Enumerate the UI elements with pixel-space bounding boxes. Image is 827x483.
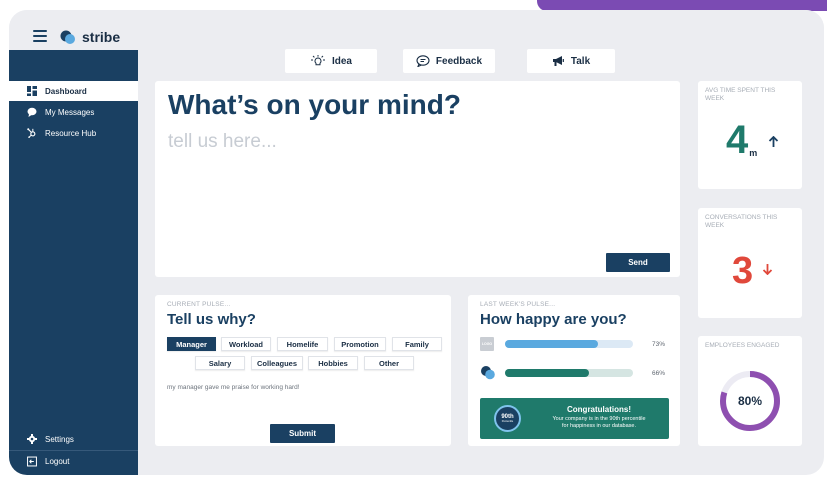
reason-chip-salary[interactable]: Salary <box>195 356 245 370</box>
sidebar-item-label: My Messages <box>45 107 95 117</box>
tab-idea[interactable]: Idea <box>285 49 377 73</box>
gear-icon <box>27 434 37 444</box>
percentile-badge-caption: Percentile <box>501 419 514 423</box>
dashboard-icon <box>27 86 37 96</box>
avg-time-value: 4 m <box>726 118 758 162</box>
last-week-pulse-card: LAST WEEK'S PULSE... How happy are you? … <box>468 295 680 446</box>
last-week-pulse-label: LAST WEEK'S PULSE... <box>480 301 556 308</box>
happiness-title: How happy are you? <box>480 311 627 328</box>
sidebar-item-settings[interactable]: Settings <box>9 429 138 449</box>
congratulations-title: Congratulations! <box>567 405 631 414</box>
sidebar-item-resource-hub[interactable]: Resource Hub <box>9 123 138 143</box>
benchmark-happiness-percent: 66% <box>652 370 666 377</box>
company-happiness-bar <box>505 340 633 348</box>
top-bar: stribe <box>9 10 824 50</box>
hamburger-menu-icon[interactable] <box>33 30 47 42</box>
benchmark-happiness-bar <box>505 369 633 377</box>
company-happiness-percent: 73% <box>652 341 666 348</box>
brand-name: stribe <box>82 29 121 45</box>
message-bubble-icon <box>27 107 37 117</box>
employees-engaged-value: 80% <box>737 394 763 408</box>
hub-network-icon <box>27 128 37 138</box>
current-pulse-label: CURRENT PULSE... <box>167 301 231 308</box>
stribe-benchmark-icon <box>481 366 495 380</box>
chat-bubble-icon <box>416 55 430 67</box>
sidebar: Dashboard My Messages Resource Hub Setti… <box>9 50 138 475</box>
pulse-comment-input[interactable]: my manager gave me praise for working ha… <box>167 384 300 391</box>
arrow-up-icon <box>768 136 779 147</box>
avg-time-card: AVG TIME SPENT THIS WEEK 4 m <box>698 81 802 189</box>
composer-title: What’s on your mind? <box>168 89 461 120</box>
sidebar-item-label: Dashboard <box>45 86 87 96</box>
sidebar-item-label: Resource Hub <box>45 128 97 138</box>
pulse-title: Tell us why? <box>167 311 256 328</box>
stribe-logo-icon <box>60 30 75 44</box>
submit-button[interactable]: Submit <box>270 424 335 443</box>
sidebar-item-logout[interactable]: Logout <box>9 451 138 471</box>
tab-feedback[interactable]: Feedback <box>403 49 495 73</box>
avg-time-label: AVG TIME SPENT THIS WEEK <box>705 87 776 102</box>
current-pulse-card: CURRENT PULSE... Tell us why? Manager Wo… <box>155 295 451 446</box>
settings-label: Settings <box>45 434 74 444</box>
percentile-badge: 90th Percentile <box>494 405 521 432</box>
employees-engaged-card: EMPLOYEES ENGAGED 80% <box>698 336 802 446</box>
brand-logo[interactable]: stribe <box>59 29 120 45</box>
tab-label: Talk <box>570 55 591 67</box>
employees-engaged-label: EMPLOYEES ENGAGED <box>705 342 780 349</box>
arrow-down-icon <box>762 264 773 275</box>
company-logo-placeholder: LOGO <box>480 337 494 351</box>
sidebar-item-my-messages[interactable]: My Messages <box>9 102 138 122</box>
megaphone-icon <box>552 56 564 66</box>
congratulations-banner: 90th Percentile Congratulations! Your co… <box>480 398 669 439</box>
reason-chip-colleagues[interactable]: Colleagues <box>251 356 303 370</box>
reason-chip-promotion[interactable]: Promotion <box>334 337 386 351</box>
conversations-value: 3 <box>732 250 754 292</box>
logout-icon <box>27 456 37 466</box>
congratulations-line-1: Your company is in the 90th percentile <box>552 416 646 422</box>
reason-chip-manager[interactable]: Manager <box>167 337 216 351</box>
message-composer-card: What’s on your mind? tell us here... Sen… <box>155 81 680 277</box>
company-happiness-fill <box>505 340 599 348</box>
conversations-card: CONVERSATIONS THIS WEEK 3 <box>698 208 802 318</box>
benchmark-happiness-fill <box>505 369 590 377</box>
send-button[interactable]: Send <box>606 253 670 272</box>
sidebar-item-dashboard[interactable]: Dashboard <box>9 81 138 101</box>
avg-time-number: 4 <box>726 118 749 162</box>
tab-label: Feedback <box>435 55 483 67</box>
conversations-label: CONVERSATIONS THIS WEEK <box>705 214 778 229</box>
lightbulb-icon <box>310 55 325 66</box>
congratulations-line-2: for happiness in our database. <box>562 423 636 429</box>
reason-chip-hobbies[interactable]: Hobbies <box>308 356 358 370</box>
tab-talk[interactable]: Talk <box>527 49 615 73</box>
message-input[interactable]: tell us here... <box>168 131 277 153</box>
tab-label: Idea <box>331 55 352 67</box>
reason-chip-family[interactable]: Family <box>392 337 442 351</box>
avg-time-unit: m <box>749 148 758 158</box>
reason-chip-workload[interactable]: Workload <box>221 337 271 351</box>
logout-label: Logout <box>45 456 70 466</box>
reason-chip-other[interactable]: Other <box>364 356 414 370</box>
reason-chip-homelife[interactable]: Homelife <box>277 337 328 351</box>
app-window: stribe Dashboard My Messages Resource Hu… <box>9 10 824 475</box>
